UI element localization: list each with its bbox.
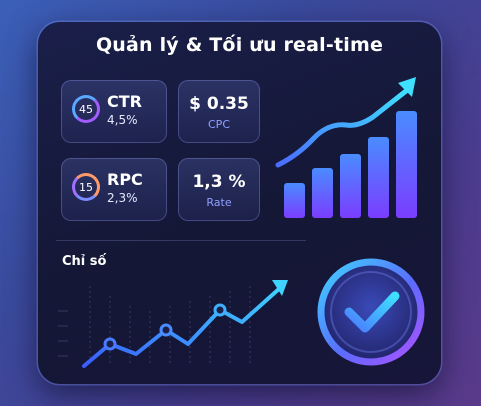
- trend-axis-ticks: [58, 310, 68, 357]
- ctr-score: 45: [79, 102, 93, 116]
- growth-bar-3: [340, 154, 361, 218]
- rpc-value: 2,3%: [107, 191, 138, 205]
- section-divider: [56, 240, 306, 241]
- bar-growth-icon: [275, 77, 417, 218]
- growth-bar-4: [368, 137, 389, 218]
- growth-bar-2: [312, 168, 333, 218]
- panel-title: Quản lý & Tối ưu real-time: [95, 34, 384, 56]
- check-ring: [317, 258, 425, 366]
- trend-point-2: [159, 323, 173, 337]
- trend-point-3: [213, 303, 227, 317]
- check-circle-icon[interactable]: [311, 254, 431, 374]
- dashboard-panel: Quản lý & Tối ưu real-time 45 CTR 4,5% $…: [38, 22, 441, 384]
- trend-line: [82, 286, 282, 368]
- rate-value: 1,3 %: [192, 172, 246, 192]
- line-trend-icon: [58, 280, 288, 368]
- cpc-value: $ 0.35: [189, 94, 249, 114]
- rate-label: Rate: [206, 196, 232, 209]
- rpc-score: 15: [79, 180, 93, 194]
- growth-bar-5: [396, 111, 417, 218]
- rpc-card[interactable]: 15 RPC 2,3%: [61, 158, 167, 221]
- rate-card[interactable]: 1,3 % Rate: [178, 158, 260, 221]
- trend-point-1: [103, 337, 117, 351]
- ctr-name: CTR: [107, 92, 142, 111]
- ctr-card[interactable]: 45 CTR 4,5%: [61, 80, 167, 143]
- ctr-value: 4,5%: [107, 113, 138, 127]
- ctr-score-ring: 45: [72, 95, 100, 123]
- rpc-name: RPC: [107, 170, 143, 189]
- rpc-score-ring: 15: [72, 173, 100, 201]
- cpc-card[interactable]: $ 0.35 CPC: [178, 80, 260, 143]
- growth-bar-1: [284, 183, 305, 218]
- cpc-label: CPC: [208, 118, 230, 131]
